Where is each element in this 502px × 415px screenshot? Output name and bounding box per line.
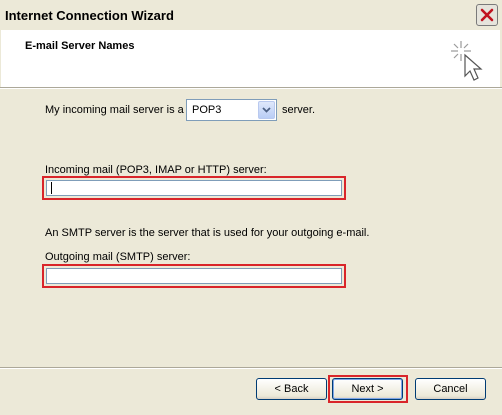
- title-bar: Internet Connection Wizard: [0, 0, 502, 30]
- incoming-server-label: Incoming mail (POP3, IMAP or HTTP) serve…: [45, 164, 267, 176]
- cancel-button[interactable]: Cancel: [415, 378, 486, 400]
- incoming-type-suffix: server.: [282, 104, 316, 116]
- dropdown-button[interactable]: [258, 101, 275, 119]
- incoming-server-input[interactable]: [46, 180, 342, 196]
- page-title: E-mail Server Names: [25, 40, 135, 52]
- outgoing-server-input[interactable]: [46, 268, 342, 284]
- smtp-description: An SMTP server is the server that is use…: [45, 227, 370, 239]
- incoming-server-highlight: [42, 176, 346, 200]
- text-caret: [51, 182, 52, 194]
- incoming-type-label: My incoming mail server is a: [45, 104, 184, 116]
- close-icon: [480, 8, 494, 22]
- close-button[interactable]: [476, 4, 498, 26]
- select-value: POP3: [192, 104, 222, 116]
- outgoing-server-label: Outgoing mail (SMTP) server:: [45, 251, 191, 263]
- header-panel: E-mail Server Names: [1, 30, 500, 87]
- window-title: Internet Connection Wizard: [5, 8, 174, 23]
- next-button[interactable]: Next >: [332, 378, 403, 400]
- chevron-down-icon: [262, 107, 271, 113]
- incoming-server-type-select[interactable]: POP3: [186, 99, 277, 121]
- wizard-wand-icon: [451, 41, 483, 81]
- back-button[interactable]: < Back: [256, 378, 327, 400]
- outgoing-server-highlight: [42, 264, 346, 288]
